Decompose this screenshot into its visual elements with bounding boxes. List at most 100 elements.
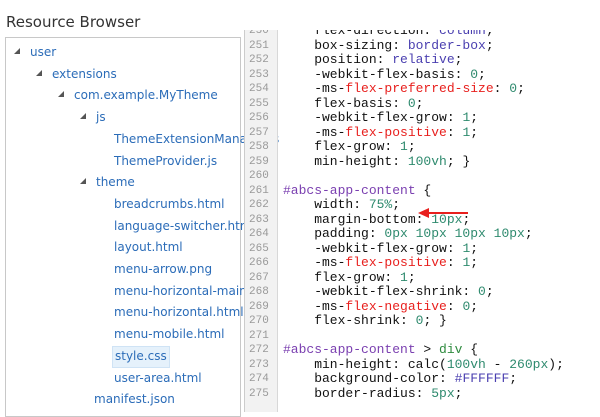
tree-folder[interactable]: user bbox=[28, 42, 58, 62]
code-line: 251 box-sizing: border-box; bbox=[245, 37, 600, 54]
line-number: 259 bbox=[249, 155, 269, 168]
red-arrow-annotation bbox=[418, 208, 468, 218]
code-token: #abcs-app-content bbox=[283, 182, 416, 198]
code-text: -ms-flex-positive: 1; bbox=[283, 255, 478, 271]
expand-triangle-icon[interactable] bbox=[80, 178, 86, 185]
code-text: padding: 0px 10px 10px 10px; bbox=[283, 226, 532, 242]
code-text: -webkit-flex-grow: 1; bbox=[283, 110, 479, 126]
code-token: div bbox=[439, 342, 463, 357]
tree-folder[interactable]: js bbox=[94, 107, 108, 127]
code-token: 260px bbox=[509, 356, 549, 372]
code-text: box-sizing: border-box; bbox=[283, 37, 494, 54]
code-token: ; bbox=[407, 269, 416, 285]
tree-folder[interactable]: theme bbox=[94, 172, 137, 192]
code-token: min-height: calc( bbox=[283, 356, 447, 372]
code-line: 269 -ms-flex-negative: 0; bbox=[245, 298, 600, 315]
code-token: ; bbox=[470, 240, 479, 256]
code-token: flex-shrink: bbox=[283, 313, 416, 328]
tree-file[interactable]: ThemeProvider.js bbox=[112, 151, 219, 171]
code-token: : bbox=[446, 298, 463, 314]
line-number: 268 bbox=[249, 286, 269, 298]
code-text: -ms-flex-negative: 0; bbox=[283, 298, 478, 315]
code-token: margin-bottom: bbox=[283, 211, 432, 227]
line-number: 261 bbox=[249, 184, 269, 197]
code-token: 5px bbox=[431, 385, 455, 401]
code-token: : bbox=[446, 255, 463, 270]
tree-file[interactable]: manifest.json bbox=[92, 389, 177, 409]
code-line: 256 -webkit-flex-grow: 1; bbox=[245, 110, 600, 126]
code-text: -webkit-flex-grow: 1; bbox=[283, 240, 479, 257]
tree-folder[interactable]: com.example.MyTheme bbox=[72, 85, 220, 105]
code-text: min-height: calc(100vh - 260px); bbox=[283, 356, 564, 373]
line-number: 260 bbox=[249, 170, 269, 182]
code-text: -webkit-flex-shrink: 0; bbox=[283, 284, 493, 300]
code-token: ; bbox=[470, 110, 479, 125]
expand-triangle-icon[interactable] bbox=[80, 113, 86, 120]
code-token: -ms- bbox=[283, 255, 346, 270]
tree-file[interactable]: menu-mobile.html bbox=[112, 324, 226, 344]
code-text: flex-shrink: 0; } bbox=[283, 313, 447, 329]
expand-triangle-icon[interactable] bbox=[58, 91, 64, 98]
tree-file[interactable]: style.css bbox=[112, 345, 170, 368]
tree-file[interactable]: language-switcher.html bbox=[112, 216, 257, 236]
line-number: 274 bbox=[249, 373, 269, 385]
code-token: ; bbox=[454, 385, 463, 401]
line-number: 263 bbox=[249, 213, 269, 226]
code-token: ; } bbox=[423, 313, 447, 328]
code-token: > bbox=[415, 342, 440, 357]
expand-triangle-icon[interactable] bbox=[36, 69, 42, 76]
code-text: background-color: #FFFFFF; bbox=[283, 371, 518, 387]
code-line: 267 flex-grow: 1; bbox=[245, 269, 600, 286]
code-line: 273 min-height: calc(100vh - 260px); bbox=[245, 356, 600, 373]
code-text: flex-basis: 0; bbox=[283, 95, 424, 112]
code-token: 0 bbox=[470, 66, 479, 82]
code-text: -ms-flex-preferred-size: 0; bbox=[283, 81, 525, 97]
code-line: 271 bbox=[245, 329, 600, 344]
tree-file[interactable]: menu-arrow.png bbox=[112, 259, 214, 279]
code-line: 254 -ms-flex-preferred-size: 0; bbox=[245, 81, 600, 97]
code-token: -ms- bbox=[283, 124, 346, 140]
code-token: #abcs-app-content bbox=[283, 342, 416, 357]
code-text: width: 75%; bbox=[283, 197, 400, 213]
code-token: min-height: bbox=[283, 153, 408, 169]
tree-file[interactable]: layout.html bbox=[112, 237, 185, 257]
tree-file[interactable]: menu-horizontal.html bbox=[112, 302, 246, 322]
line-number: 267 bbox=[249, 271, 269, 284]
line-number: 253 bbox=[249, 68, 269, 81]
code-line: 272 #abcs-app-content > div { bbox=[245, 342, 600, 358]
code-token: { bbox=[462, 342, 479, 357]
code-text: border-radius: 5px; bbox=[283, 385, 463, 402]
code-token: 100vh bbox=[446, 356, 486, 372]
code-token: 0 bbox=[509, 81, 518, 96]
tree-file[interactable]: breadcrumbs.html bbox=[112, 194, 226, 214]
line-number: 250 bbox=[249, 30, 269, 37]
code-line: 257 -ms-flex-positive: 1; bbox=[245, 124, 600, 141]
line-number: 255 bbox=[249, 97, 269, 110]
line-number: 257 bbox=[249, 126, 269, 139]
code-token: flex-grow: bbox=[283, 269, 401, 285]
code-line: 264 padding: 0px 10px 10px 10px; bbox=[245, 226, 600, 242]
code-token: -webkit-flex-grow: bbox=[283, 110, 463, 125]
code-token: position: bbox=[283, 52, 393, 67]
code-token: -webkit-flex-basis: bbox=[283, 66, 471, 82]
line-number: 270 bbox=[249, 315, 269, 327]
code-token: ; bbox=[478, 66, 486, 82]
code-token: ; bbox=[509, 371, 518, 386]
line-number: 252 bbox=[249, 54, 269, 66]
tree-file[interactable]: user-area.html bbox=[112, 368, 204, 388]
code-token: ; bbox=[485, 37, 494, 53]
line-number: 269 bbox=[249, 300, 269, 313]
code-line: 268 -webkit-flex-shrink: 0; bbox=[245, 284, 600, 300]
expand-triangle-icon[interactable] bbox=[14, 48, 20, 54]
line-number: 262 bbox=[249, 199, 269, 211]
code-token: -ms- bbox=[283, 81, 346, 96]
code-line: 253 -webkit-flex-basis: 0; bbox=[245, 66, 600, 83]
resource-tree[interactable]: user extensions com.example.MyTheme js Theme… bbox=[5, 37, 279, 417]
code-token: #FFFFFF bbox=[454, 371, 510, 386]
code-token: 1 bbox=[400, 139, 408, 154]
code-token: ; bbox=[415, 95, 424, 111]
code-editor[interactable]: 250 flex-direction: column; 251 box-sizin… bbox=[244, 30, 600, 412]
tree-folder[interactable]: extensions bbox=[50, 64, 119, 84]
code-text: min-height: 100vh; } bbox=[283, 153, 470, 170]
code-token: flex-negative bbox=[345, 298, 447, 314]
